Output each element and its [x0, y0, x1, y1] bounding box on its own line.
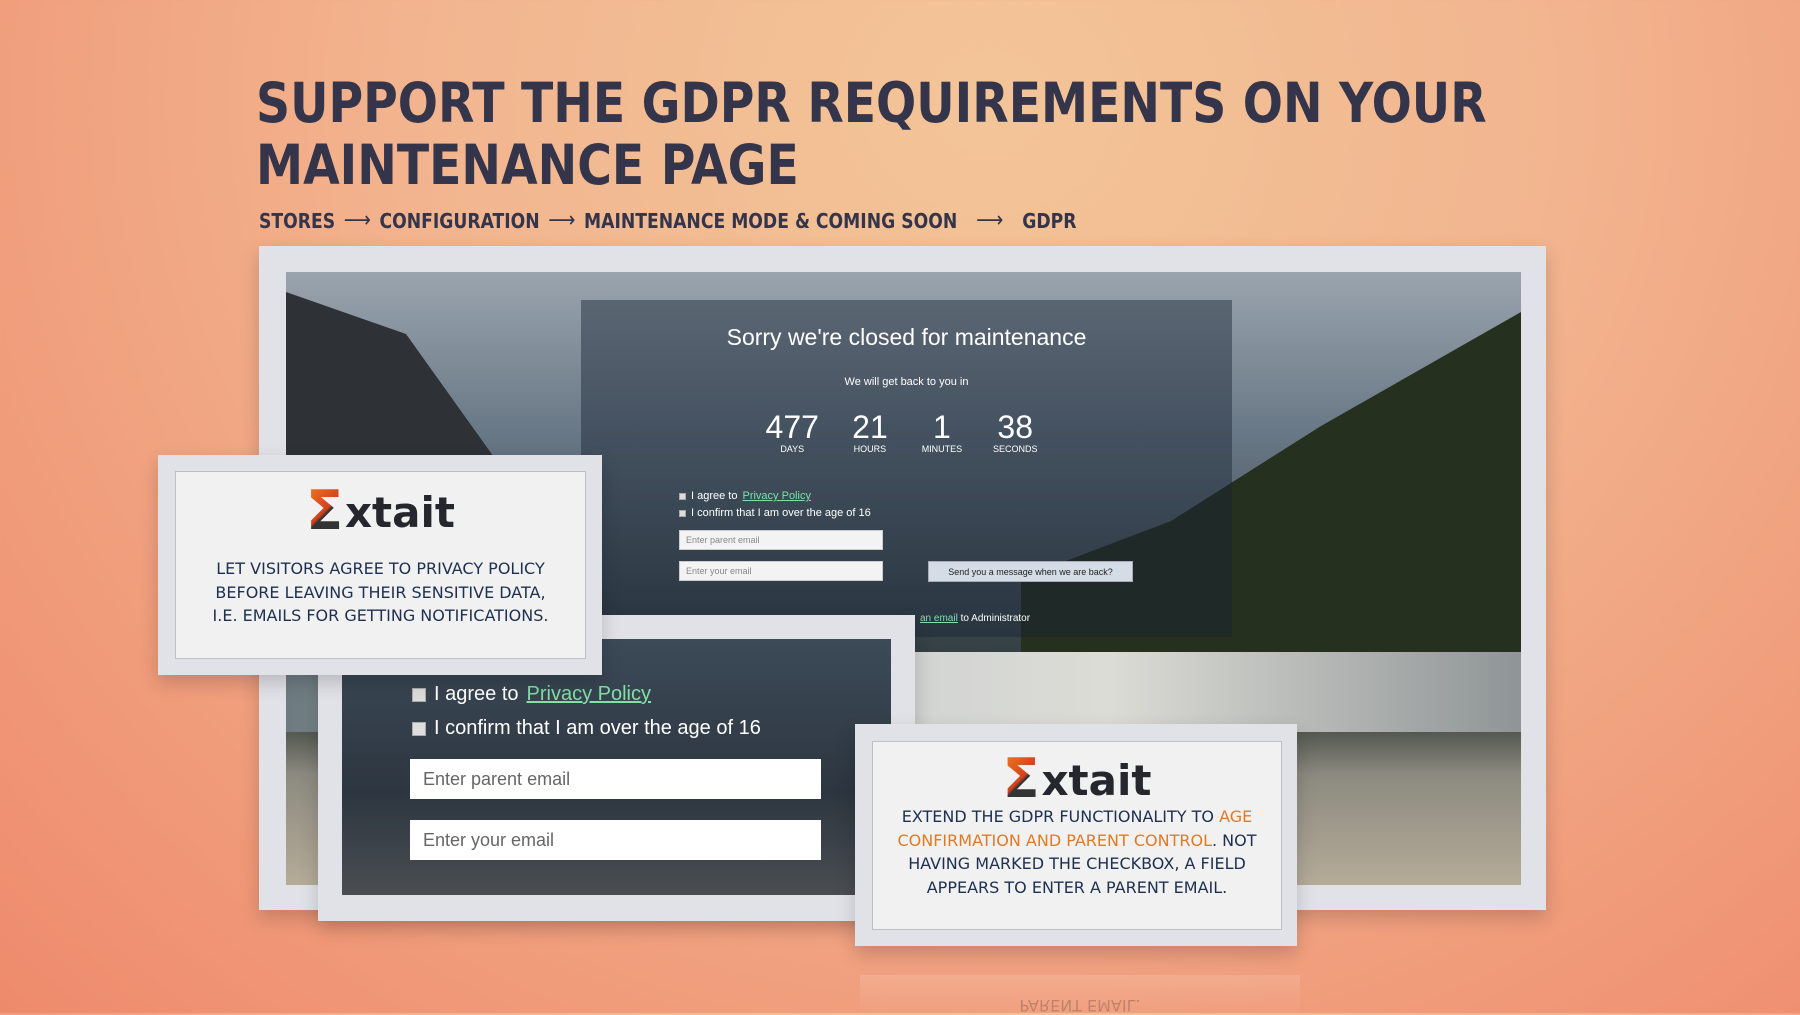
breadcrumb: STORES ⟶ CONFIGURATION ⟶ MAINTENANCE MOD… [259, 208, 1076, 233]
admin-contact: an email to Administrator [920, 613, 1031, 624]
info-card-1-inner: Σxtait LET VISITORS AGREE TO PRIVACY POL… [175, 471, 586, 659]
countdown-seconds: 38 SECONDS [992, 409, 1038, 454]
maintenance-panel: Sorry we're closed for maintenance We wi… [581, 300, 1232, 637]
email-input-large[interactable]: Enter your email [410, 820, 821, 860]
age-confirm-row: I confirm that I am over the age of 16 [679, 507, 871, 519]
breadcrumb-maintenance: MAINTENANCE MODE & COMING SOON [584, 208, 958, 233]
privacy-checkbox-large[interactable] [412, 687, 426, 702]
info-card-2-inner: Σxtait EXTEND THE GDPR FUNCTIONALITY TO … [872, 741, 1282, 930]
privacy-policy-link-large[interactable]: Privacy Policy [527, 683, 651, 706]
arrow-right-icon: ⟶ [976, 208, 1004, 233]
breadcrumb-gdpr: GDPR [1022, 208, 1077, 233]
countdown-hours: 21 HOURS [852, 409, 888, 454]
email-input[interactable]: Enter your email [679, 561, 883, 581]
privacy-agree-row-large: I agree to Privacy Policy [412, 683, 651, 706]
extait-logo: Σxtait [306, 479, 455, 542]
arrow-right-icon: ⟶ [548, 208, 576, 233]
privacy-policy-link[interactable]: Privacy Policy [742, 490, 810, 502]
admin-email-link[interactable]: an email [920, 613, 958, 624]
card-1-text: LET VISITORS AGREE TO PRIVACY POLICY BEF… [212, 559, 549, 625]
countdown-days: 477 DAYS [765, 409, 819, 454]
parent-email-input[interactable]: Enter parent email [679, 530, 883, 550]
parent-email-input-large[interactable]: Enter parent email [410, 759, 821, 799]
breadcrumb-stores: STORES [259, 208, 336, 233]
privacy-checkbox[interactable] [679, 492, 686, 500]
page-title: SUPPORT THE GDPR REQUIREMENTS ON YOUR MA… [256, 71, 1487, 197]
maintenance-subtitle: We will get back to you in [844, 376, 969, 388]
privacy-agree-row: I agree to Privacy Policy [679, 490, 811, 502]
age-checkbox[interactable] [679, 509, 686, 517]
extait-logo: Σxtait [1002, 747, 1152, 810]
card-2-text: EXTEND THE GDPR FUNCTIONALITY TO AGE CON… [897, 807, 1257, 897]
age-confirm-row-large: I confirm that I am over the age of 16 [412, 717, 761, 740]
countdown-minutes: 1 MINUTES [921, 409, 963, 454]
age-checkbox-large[interactable] [412, 721, 426, 736]
notify-button[interactable]: Send you a message when we are back? [928, 561, 1133, 582]
zoomed-form: I agree to Privacy Policy I confirm that… [342, 639, 891, 895]
arrow-right-icon: ⟶ [343, 208, 371, 233]
countdown: 477 DAYS 21 HOURS 1 MINUTES 38 SECONDS [571, 410, 1232, 454]
reflection: PARENT EMAIL. [860, 975, 1300, 1015]
maintenance-title: Sorry we're closed for maintenance [726, 324, 1087, 350]
breadcrumb-configuration: CONFIGURATION [379, 208, 540, 233]
